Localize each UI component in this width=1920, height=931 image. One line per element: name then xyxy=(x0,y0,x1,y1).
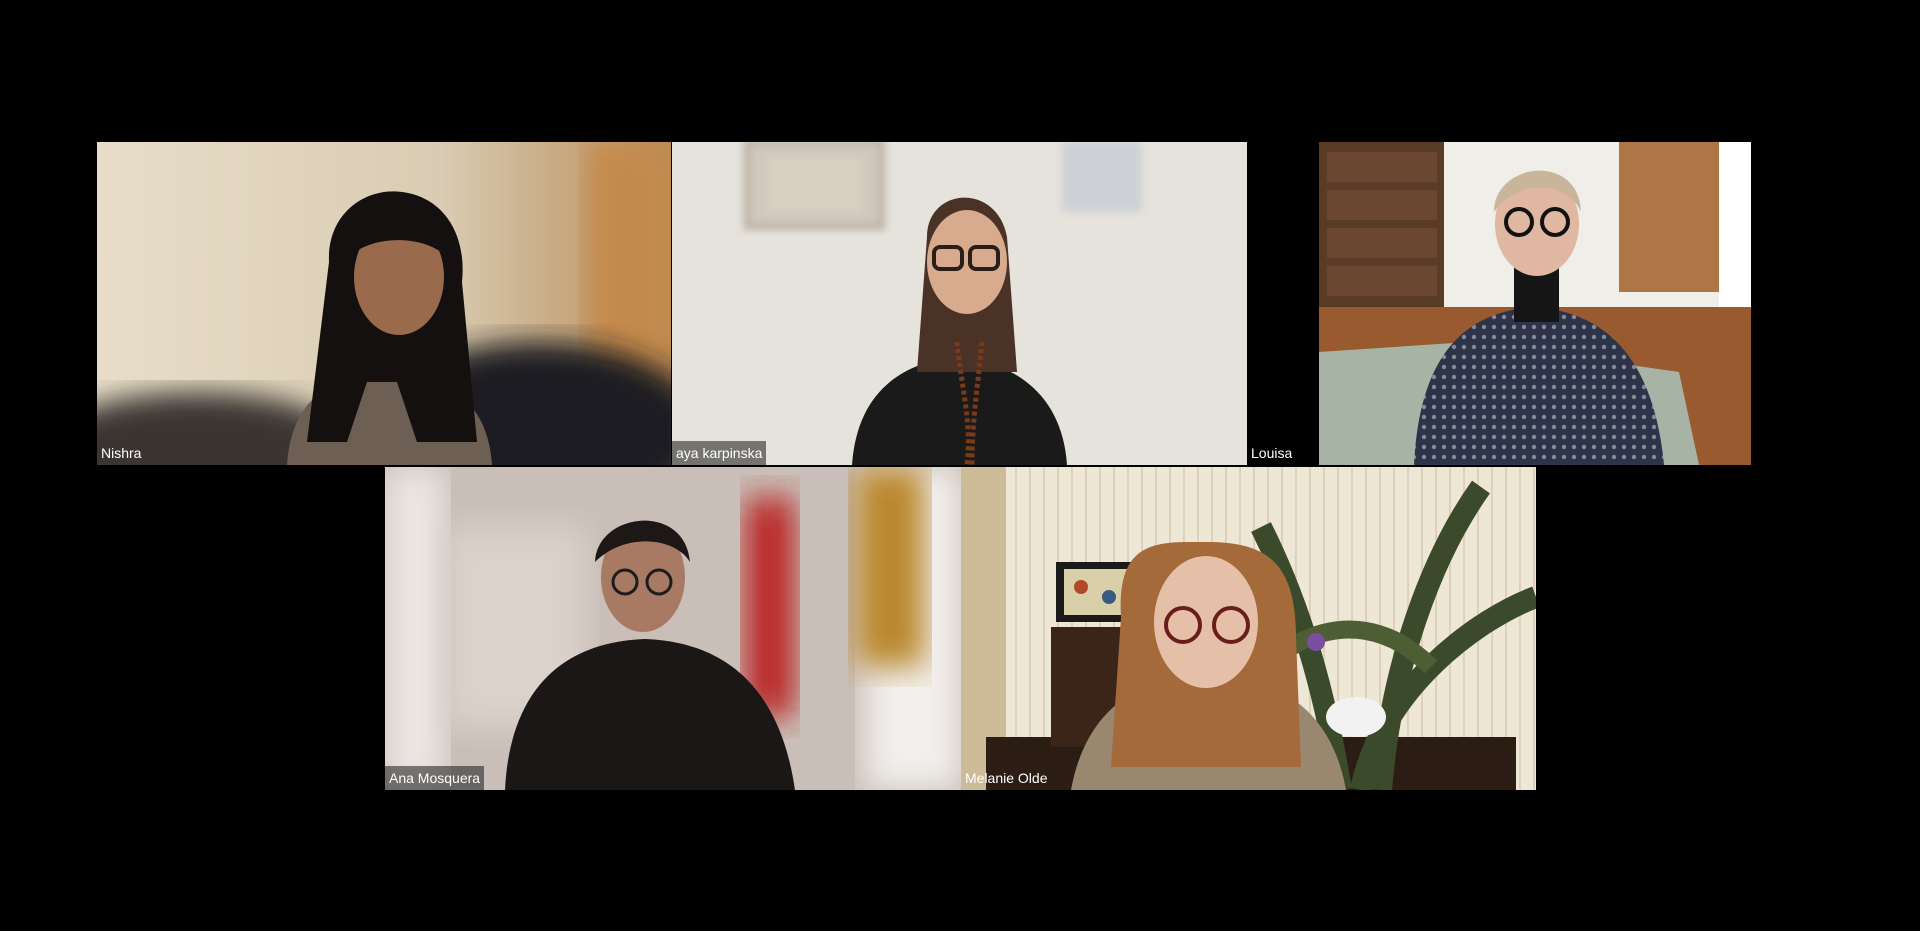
participant-tile-nishra[interactable]: Nishra xyxy=(97,142,671,465)
participant-tile-melanie-olde[interactable]: Melanie Olde xyxy=(961,467,1536,790)
participant-name-label: Louisa xyxy=(1251,445,1293,461)
participant-video xyxy=(961,467,1536,790)
video-gallery: Nishra aya karpinska Louisa Ana Mosquera… xyxy=(0,0,1920,931)
participant-video xyxy=(97,142,671,465)
participant-name-label: Ana Mosquera xyxy=(385,766,485,790)
participant-name-label: aya karpinska xyxy=(672,441,767,465)
participant-tile-aya-karpinska[interactable]: aya karpinska xyxy=(672,142,1247,465)
participant-video xyxy=(672,142,1247,465)
participant-name-label: Nishra xyxy=(101,445,142,461)
participant-tile-ana-mosquera[interactable]: Ana Mosquera xyxy=(385,467,961,790)
participant-tile-louisa[interactable]: Louisa xyxy=(1247,142,1751,465)
participant-video xyxy=(1319,142,1751,465)
participant-name-label: Melanie Olde xyxy=(965,770,1048,786)
participant-video xyxy=(385,467,961,790)
